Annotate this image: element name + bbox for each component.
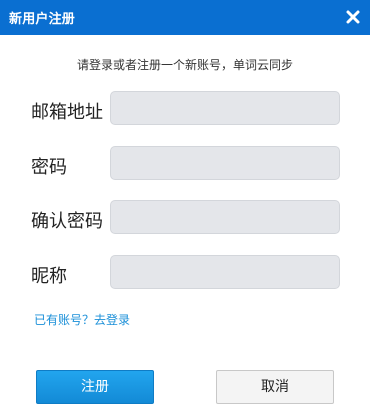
email-label: 邮箱地址 <box>31 102 103 123</box>
password-row: 密码 <box>0 146 370 182</box>
nickname-row: 昵称 <box>0 255 370 291</box>
register-dialog: 新用户注册 请登录或者注册一个新账号，单词云同步 邮箱地址 密码 确认密码 昵称… <box>0 0 370 418</box>
close-icon[interactable] <box>344 8 362 26</box>
password-field[interactable] <box>110 146 340 180</box>
password-label: 密码 <box>31 157 67 178</box>
cancel-button[interactable]: 取消 <box>216 370 334 404</box>
register-button[interactable]: 注册 <box>36 370 154 404</box>
email-row: 邮箱地址 <box>0 91 370 127</box>
nickname-label: 昵称 <box>31 266 67 287</box>
dialog-title: 新用户注册 <box>9 12 76 27</box>
go-login-link[interactable]: 已有账号？去登录 <box>34 311 130 328</box>
close-icon-glyph <box>346 10 360 24</box>
dialog-subtitle: 请登录或者注册一个新账号，单词云同步 <box>76 58 293 72</box>
nickname-field[interactable] <box>110 255 340 289</box>
confirm-password-field[interactable] <box>110 200 340 234</box>
title-bar: 新用户注册 <box>0 0 370 35</box>
confirm-password-row: 确认密码 <box>0 200 370 236</box>
confirm-password-label: 确认密码 <box>31 211 103 232</box>
email-field[interactable] <box>110 91 340 125</box>
